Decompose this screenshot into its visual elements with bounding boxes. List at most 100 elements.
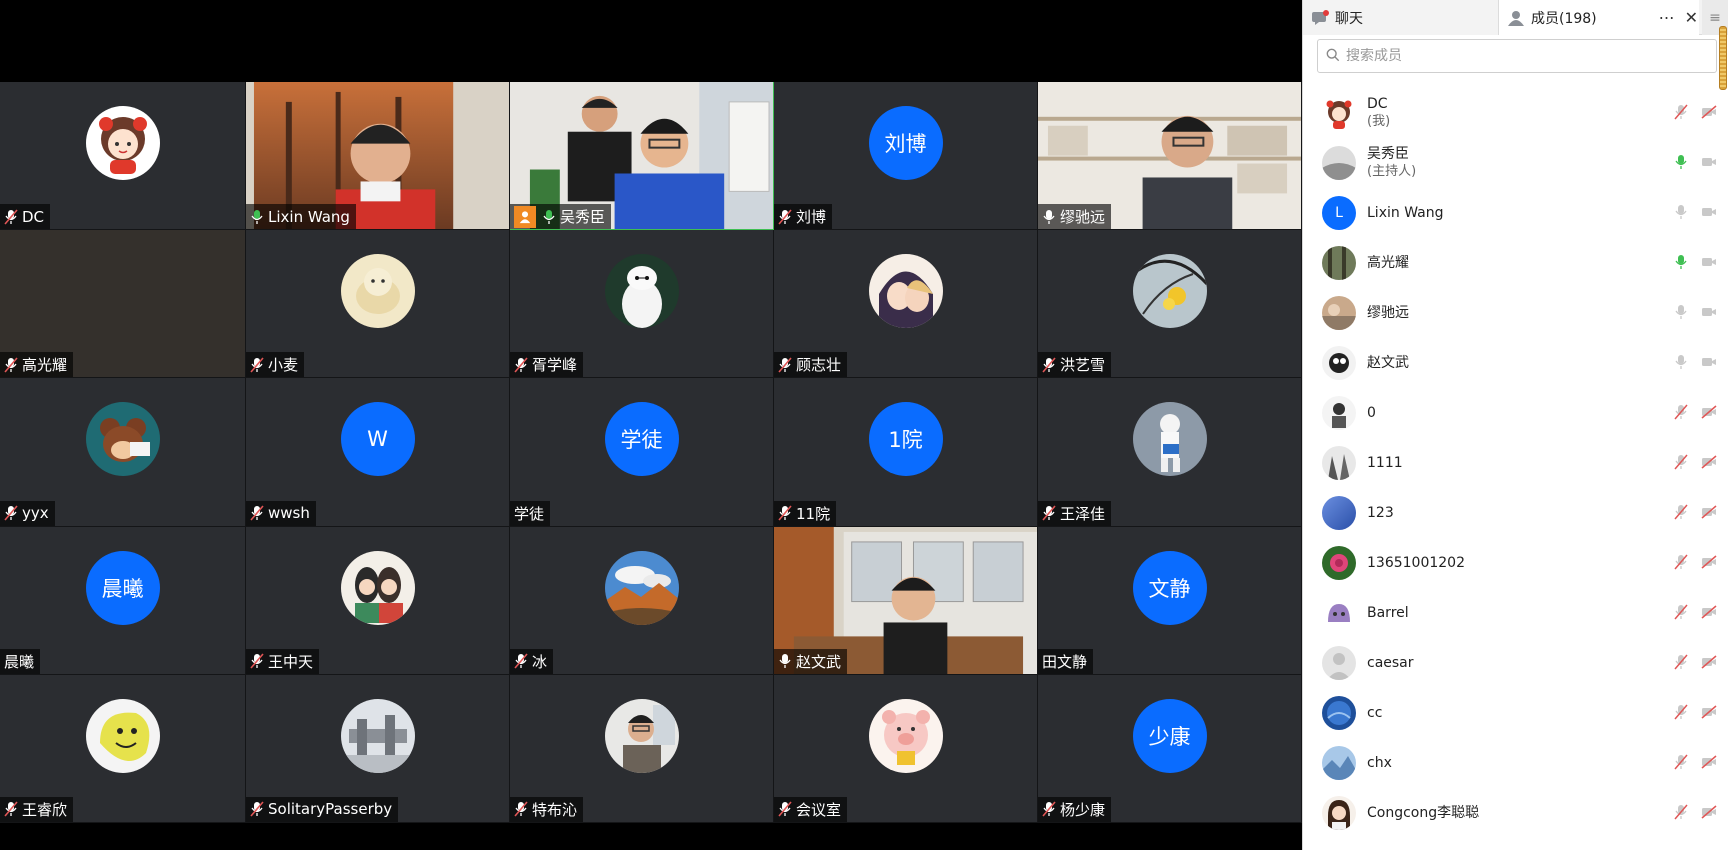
participant-name-tag: 高光耀 <box>0 352 74 378</box>
mic-muted-icon[interactable] <box>1673 404 1689 420</box>
video-tile-xiaomai[interactable]: 小麦 <box>246 230 510 379</box>
video-area: DC Lixin Wang 吴秀臣 刘博 刘博 缪驰远 高光耀 小麦 胥学峰 顾… <box>0 0 1302 850</box>
search-input[interactable] <box>1346 48 1706 64</box>
list-item[interactable]: DC (我) <box>1303 88 1717 138</box>
video-tile-tian-wenjing[interactable]: 文静 田文静 <box>1038 526 1302 675</box>
mic-icon[interactable] <box>1673 354 1689 370</box>
camera-off-icon[interactable] <box>1701 404 1717 420</box>
video-tile-gao-guangyao[interactable]: 高光耀 <box>0 230 246 379</box>
mic-muted-icon[interactable] <box>1673 504 1689 520</box>
avatar <box>1322 296 1356 330</box>
list-item[interactable]: 123 <box>1303 488 1717 538</box>
camera-icon[interactable] <box>1701 304 1717 320</box>
list-item[interactable]: 高光耀 <box>1303 238 1717 288</box>
close-icon[interactable]: ✕ <box>1685 8 1698 27</box>
mic-muted-icon[interactable] <box>1673 554 1689 570</box>
letter-avatar: W <box>340 402 415 477</box>
participant-name-tag: DC <box>0 204 51 230</box>
list-item[interactable]: 赵文武 <box>1303 338 1717 388</box>
participant-name: 会议室 <box>796 800 842 819</box>
mic-muted-icon[interactable] <box>1673 704 1689 720</box>
list-item[interactable]: L Lixin Wang <box>1303 188 1717 238</box>
avatar <box>340 698 415 773</box>
video-tile-wu-xiuchen[interactable]: 吴秀臣 <box>510 82 774 231</box>
camera-off-icon[interactable] <box>1701 754 1717 770</box>
mic-muted-icon <box>4 505 18 521</box>
avatar <box>340 550 415 625</box>
list-item[interactable]: 1111 <box>1303 438 1717 488</box>
camera-off-icon[interactable] <box>1701 104 1717 120</box>
list-item[interactable]: 吴秀臣 (主持人) <box>1303 138 1717 188</box>
avatar <box>1322 446 1356 480</box>
participant-name: wwsh <box>268 504 310 523</box>
video-tile-xu-xuefeng[interactable]: 胥学峰 <box>510 230 774 379</box>
video-tile-solitarypasserby[interactable]: SolitaryPasserby <box>246 674 510 823</box>
video-tile-11yuan[interactable]: 1院 11院 <box>774 378 1038 527</box>
camera-off-icon[interactable] <box>1701 654 1717 670</box>
camera-off-icon[interactable] <box>1701 604 1717 620</box>
mic-muted-icon[interactable] <box>1673 454 1689 470</box>
list-item[interactable]: 0 <box>1303 388 1717 438</box>
member-name: caesar <box>1367 655 1414 671</box>
video-tile-xuetu[interactable]: 学徒 学徒 <box>510 378 774 527</box>
list-item[interactable]: Congcong李聪聪 <box>1303 788 1717 838</box>
avatar <box>868 698 943 773</box>
mic-muted-icon[interactable] <box>1673 604 1689 620</box>
camera-icon[interactable] <box>1701 254 1717 270</box>
camera-off-icon[interactable] <box>1701 504 1717 520</box>
video-tile-hong-yixue[interactable]: 洪艺雪 <box>1038 230 1302 379</box>
video-tile-dc[interactable]: DC <box>0 82 246 231</box>
panel-scrollbar[interactable] <box>1718 26 1728 92</box>
video-tile-wang-ruixin[interactable]: 王睿欣 <box>0 674 246 823</box>
video-tile-wang-zejia[interactable]: 王泽佳 <box>1038 378 1302 527</box>
list-item[interactable]: caesar <box>1303 638 1717 688</box>
camera-icon[interactable] <box>1701 154 1717 170</box>
video-tile-huiyishi[interactable]: 会议室 <box>774 674 1038 823</box>
member-list: DC (我) 吴秀臣 (主持人) L Lixin Wang 高光耀 缪驰远 赵文… <box>1303 88 1717 838</box>
participant-name: 王泽佳 <box>1060 504 1106 523</box>
video-tile-wwsh[interactable]: W wwsh <box>246 378 510 527</box>
mic-muted-icon <box>514 357 528 373</box>
camera-icon[interactable] <box>1701 354 1717 370</box>
list-item[interactable]: chx <box>1303 738 1717 788</box>
video-tile-gu-zhizhuang[interactable]: 顾志壮 <box>774 230 1038 379</box>
participant-name-tag: 特布沁 <box>510 796 584 822</box>
video-tile-zhao-wenwu[interactable]: 赵文武 <box>774 526 1038 675</box>
video-tile-lixin-wang[interactable]: Lixin Wang <box>246 82 510 231</box>
list-item[interactable]: 缪驰远 <box>1303 288 1717 338</box>
more-options-icon[interactable]: ⋯ <box>1659 8 1675 27</box>
scrollbar-thumb[interactable] <box>1719 26 1727 90</box>
video-tile-wang-zhongtian[interactable]: 王中天 <box>246 526 510 675</box>
video-tile-yyx[interactable]: yyx <box>0 378 246 527</box>
camera-icon[interactable] <box>1701 204 1717 220</box>
mic-muted-icon[interactable] <box>1673 104 1689 120</box>
mic-muted-icon[interactable] <box>1673 654 1689 670</box>
avatar <box>1322 796 1356 830</box>
mic-icon[interactable] <box>1673 204 1689 220</box>
mic-muted-icon[interactable] <box>1673 754 1689 770</box>
list-item[interactable]: 13651001202 <box>1303 538 1717 588</box>
camera-off-icon[interactable] <box>1701 704 1717 720</box>
camera-off-icon[interactable] <box>1701 554 1717 570</box>
video-tile-bing[interactable]: 冰 <box>510 526 774 675</box>
mic-on-icon[interactable] <box>1673 254 1689 270</box>
list-item[interactable]: cc <box>1303 688 1717 738</box>
participant-name-tag: 学徒 <box>510 500 551 526</box>
panel-tabs: 聊天 成员(198) ⋯ ✕ ≡ <box>1303 0 1728 35</box>
video-tile-te-buqin[interactable]: 特布沁 <box>510 674 774 823</box>
participant-name: 胥学峰 <box>532 356 578 375</box>
mic-on-icon[interactable] <box>1673 154 1689 170</box>
mic-muted-icon <box>250 505 264 521</box>
camera-off-icon[interactable] <box>1701 804 1717 820</box>
mic-muted-icon[interactable] <box>1673 804 1689 820</box>
video-tile-chenxi[interactable]: 晨曦 晨曦 <box>0 526 246 675</box>
tab-chat[interactable]: 聊天 <box>1303 0 1499 35</box>
mic-icon[interactable] <box>1673 304 1689 320</box>
video-tile-yang-shaokang[interactable]: 少康 杨少康 <box>1038 674 1302 823</box>
list-item[interactable]: Barrel <box>1303 588 1717 638</box>
avatar <box>85 402 160 477</box>
video-tile-liu-bo[interactable]: 刘博 刘博 <box>774 82 1038 231</box>
camera-off-icon[interactable] <box>1701 454 1717 470</box>
chat-icon <box>1311 9 1329 26</box>
video-tile-miao-chiyuan[interactable]: 缪驰远 <box>1038 82 1302 231</box>
